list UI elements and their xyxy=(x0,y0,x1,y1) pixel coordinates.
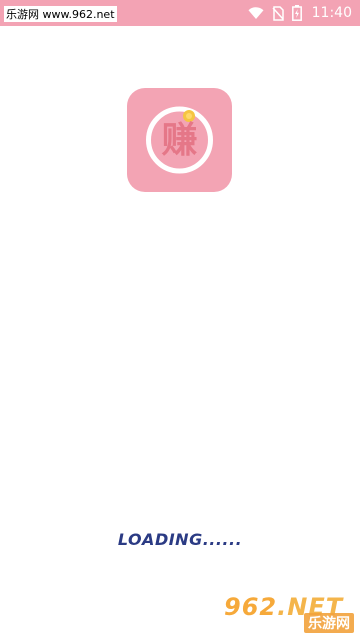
clock: 11:40 xyxy=(311,5,352,21)
watermark-logo: 962.NET 乐游网 xyxy=(224,593,354,633)
status-bar: 乐游网 www.962.net 11:40 xyxy=(0,0,360,26)
watermark-number: 962 xyxy=(224,593,278,621)
status-right: 11:40 xyxy=(248,0,352,26)
battery-charging-icon xyxy=(291,5,302,21)
watermark-bottom: 乐游网 xyxy=(304,613,354,633)
loading-text: LOADING...... xyxy=(117,530,243,549)
app-logo-icon: 赚 xyxy=(127,88,232,192)
app-logo-glyph: 赚 xyxy=(161,119,198,161)
no-sim-icon xyxy=(272,5,284,21)
splash-screen: 乐游网 www.962.net 11:40 赚 LOADING...... 96… xyxy=(0,0,360,639)
status-left-text: 乐游网 www.962.net xyxy=(4,6,117,22)
wifi-icon xyxy=(248,6,264,20)
